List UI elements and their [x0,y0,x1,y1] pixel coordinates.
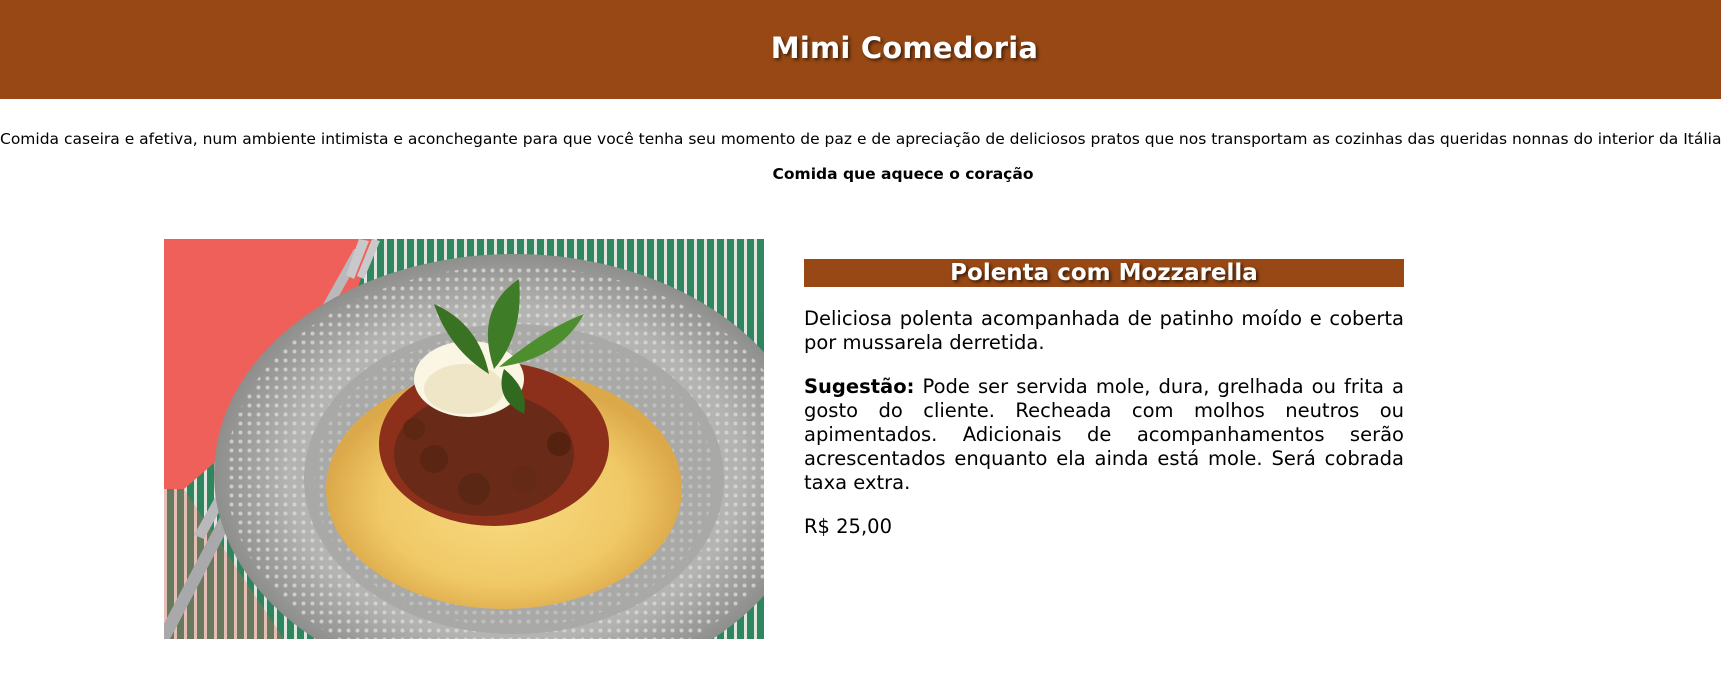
intro-text: Comida caseira e afetiva, num ambiente i… [0,129,1721,148]
site-title: Mimi Comedoria [770,30,1039,65]
suggestion-label: Sugestão: [804,375,915,398]
dish-suggestion: Sugestão: Pode ser servida mole, dura, g… [804,375,1404,495]
dish-description: Deliciosa polenta acompanhada de patinho… [804,307,1404,354]
site-header: Mimi Comedoria [0,0,1721,99]
dish-price: R$ 25,00 [804,515,892,538]
dish-details: Polenta com Mozzarella Deliciosa polenta… [804,259,1404,539]
dish-title: Polenta com Mozzarella [804,259,1404,287]
dish-photo [164,239,764,639]
tagline: Comida que aquece o coração [772,164,1034,183]
